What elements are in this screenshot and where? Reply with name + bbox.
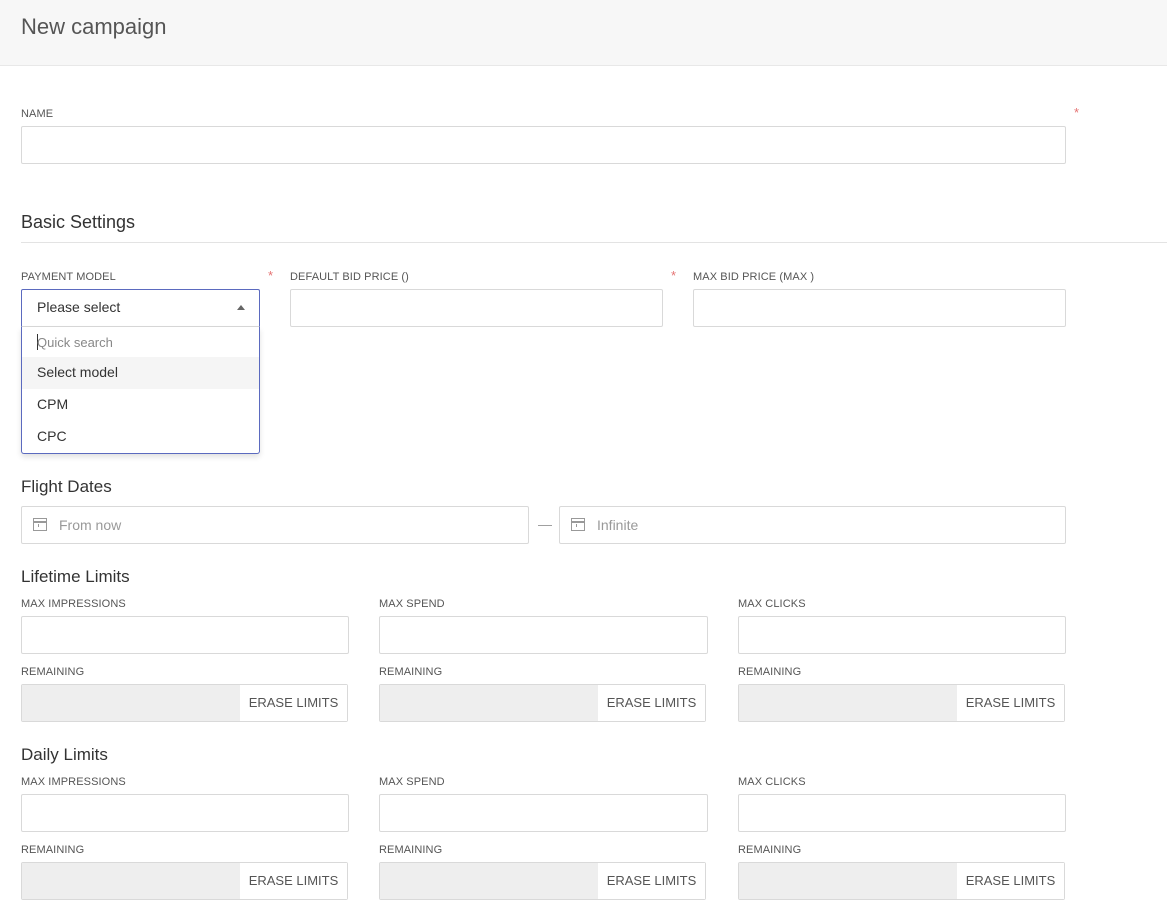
default-bid-label: DEFAULT BID PRICE (): [290, 271, 409, 283]
lifetime-max-clicks-label: MAX CLICKS: [738, 598, 806, 610]
lifetime-remaining-label: REMAINING: [738, 666, 802, 678]
daily-max-impressions-input[interactable]: [21, 794, 349, 832]
remaining-value: [739, 863, 958, 899]
daily-remaining-field: ERASE LIMITS: [738, 862, 1065, 900]
page-header: New campaign: [0, 0, 1167, 66]
remaining-value: [380, 685, 599, 721]
date-to-input[interactable]: Infinite: [559, 506, 1066, 544]
lifetime-max-clicks-input[interactable]: [738, 616, 1066, 654]
flight-dates-heading: Flight Dates: [21, 477, 112, 496]
date-to-placeholder: Infinite: [597, 517, 639, 533]
daily-max-spend-label: MAX SPEND: [379, 776, 445, 788]
lifetime-limits-heading: Lifetime Limits: [21, 567, 130, 586]
daily-max-clicks-input[interactable]: [738, 794, 1066, 832]
option-label: Select model: [37, 364, 118, 380]
section-divider: [21, 242, 1167, 243]
quick-search-input[interactable]: Quick search: [22, 327, 259, 358]
lifetime-remaining-label: REMAINING: [21, 666, 85, 678]
lifetime-max-impressions-label: MAX IMPRESSIONS: [21, 598, 126, 610]
basic-settings-heading: Basic Settings: [21, 212, 136, 232]
erase-limits-button[interactable]: ERASE LIMITS: [957, 863, 1064, 899]
calendar-icon: [33, 518, 47, 531]
max-bid-label: MAX BID PRICE (MAX ): [693, 271, 815, 283]
default-bid-input[interactable]: [290, 289, 663, 327]
lifetime-remaining-field: ERASE LIMITS: [379, 684, 706, 722]
date-range-separator: —: [538, 516, 552, 532]
option-label: CPC: [37, 428, 67, 444]
daily-limits-heading: Daily Limits: [21, 745, 108, 764]
remaining-value: [380, 863, 599, 899]
name-label: NAME: [21, 108, 54, 120]
erase-limits-button[interactable]: ERASE LIMITS: [598, 863, 705, 899]
payment-model-selected: Please select: [37, 299, 121, 315]
daily-remaining-label: REMAINING: [738, 844, 802, 856]
calendar-icon: [571, 518, 585, 531]
lifetime-remaining-field: ERASE LIMITS: [21, 684, 348, 722]
daily-max-spend-input[interactable]: [379, 794, 708, 832]
quick-search-placeholder: Quick search: [37, 335, 113, 350]
remaining-value: [22, 685, 241, 721]
erase-limits-button[interactable]: ERASE LIMITS: [598, 685, 705, 721]
daily-remaining-label: REMAINING: [21, 844, 85, 856]
payment-model-select[interactable]: Please select: [21, 289, 260, 327]
daily-remaining-field: ERASE LIMITS: [21, 862, 348, 900]
daily-max-impressions-label: MAX IMPRESSIONS: [21, 776, 126, 788]
name-input[interactable]: [21, 126, 1066, 164]
erase-limits-button[interactable]: ERASE LIMITS: [240, 685, 347, 721]
lifetime-max-spend-input[interactable]: [379, 616, 708, 654]
remaining-value: [739, 685, 958, 721]
caret-up-icon: [237, 305, 245, 310]
max-bid-input[interactable]: [693, 289, 1066, 327]
dropdown-option-select-model[interactable]: Select model: [22, 357, 259, 389]
dropdown-option-cpc[interactable]: CPC: [22, 421, 259, 453]
lifetime-max-spend-label: MAX SPEND: [379, 598, 445, 610]
payment-model-required-mark: *: [268, 268, 274, 283]
page-title: New campaign: [21, 14, 167, 39]
dropdown-option-cpm[interactable]: CPM: [22, 389, 259, 421]
erase-limits-button[interactable]: ERASE LIMITS: [240, 863, 347, 899]
option-label: CPM: [37, 396, 69, 412]
default-bid-required-mark: *: [671, 268, 677, 283]
date-from-placeholder: From now: [59, 517, 122, 533]
payment-model-label: PAYMENT MODEL: [21, 271, 116, 283]
remaining-value: [22, 863, 241, 899]
lifetime-remaining-label: REMAINING: [379, 666, 443, 678]
erase-limits-button[interactable]: ERASE LIMITS: [957, 685, 1064, 721]
daily-remaining-field: ERASE LIMITS: [379, 862, 706, 900]
lifetime-remaining-field: ERASE LIMITS: [738, 684, 1065, 722]
date-from-input[interactable]: From now: [21, 506, 529, 544]
payment-model-dropdown: Quick search Select model CPM CPC: [21, 327, 260, 454]
daily-remaining-label: REMAINING: [379, 844, 443, 856]
name-required-mark: *: [1074, 105, 1080, 120]
lifetime-max-impressions-input[interactable]: [21, 616, 349, 654]
daily-max-clicks-label: MAX CLICKS: [738, 776, 806, 788]
